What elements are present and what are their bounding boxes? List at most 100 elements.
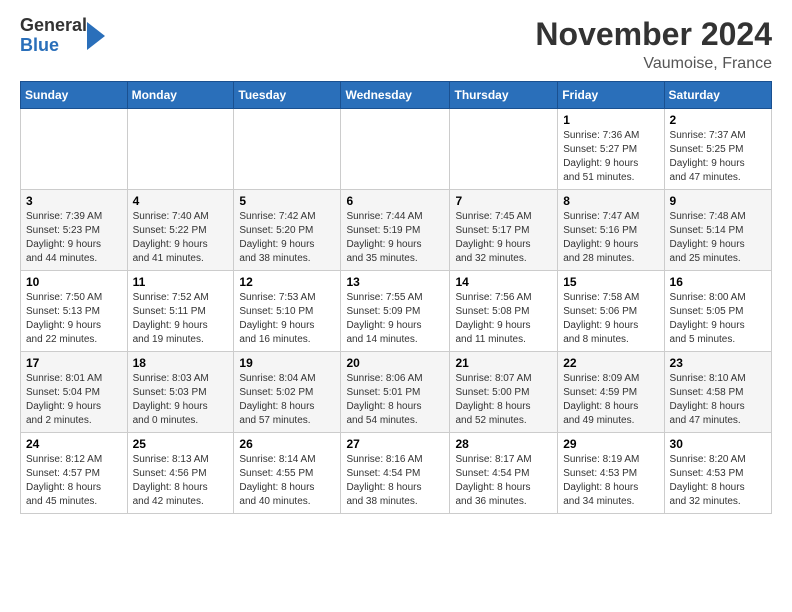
table-row: 19 Sunrise: 8:04 AM Sunset: 5:02 PM Dayli…: [234, 352, 341, 433]
table-row: 22Sunrise: 8:09 AM Sunset: 4:59 PM Dayli…: [558, 352, 664, 433]
table-row: 9 Sunrise: 7:48 AM Sunset: 5:14 PM Daylig…: [664, 190, 771, 271]
table-row: 26 Sunrise: 8:14 AM Sunset: 4:55 PM Dayli…: [234, 433, 341, 514]
table-row: [341, 109, 450, 190]
day-number: 6: [346, 194, 444, 208]
table-row: [21, 109, 128, 190]
header-friday: Friday: [558, 82, 664, 109]
table-row: 14 Sunrise: 7:56 AM Sunset: 5:08 PM Dayli…: [450, 271, 558, 352]
day-number: 19: [239, 356, 335, 370]
day-info: Sunrise: 7:55 AM Sunset: 5:09 PM Dayligh…: [346, 291, 444, 347]
day-info: Sunrise: 8:12 AM Sunset: 4:57 PM Dayligh…: [26, 453, 122, 509]
day-number: 17: [26, 356, 122, 370]
day-info: Sunrise: 8:07 AM Sunset: 5:00 PM Dayligh…: [455, 372, 552, 428]
day-info: Sunrise: 7:40 AM Sunset: 5:22 PM Dayligh…: [133, 210, 229, 266]
day-number: 1: [563, 113, 658, 127]
table-row: 4 Sunrise: 7:40 AM Sunset: 5:22 PM Daylig…: [127, 190, 234, 271]
day-number: 20: [346, 356, 444, 370]
table-row: [127, 109, 234, 190]
logo: GeneralBlue: [20, 16, 105, 56]
day-number: 27: [346, 437, 444, 451]
day-number: 26: [239, 437, 335, 451]
day-number: 14: [455, 275, 552, 289]
table-row: 20 Sunrise: 8:06 AM Sunset: 5:01 PM Dayli…: [341, 352, 450, 433]
table-row: 29Sunrise: 8:19 AM Sunset: 4:53 PM Dayli…: [558, 433, 664, 514]
day-info: Sunrise: 7:47 AM Sunset: 5:16 PM Dayligh…: [563, 210, 658, 266]
day-info: Sunrise: 8:19 AM Sunset: 4:53 PM Dayligh…: [563, 453, 658, 509]
table-row: 1 Sunrise: 7:36 AM Sunset: 5:27 PM Daylig…: [558, 109, 664, 190]
day-info: Sunrise: 7:39 AM Sunset: 5:23 PM Dayligh…: [26, 210, 122, 266]
day-info: Sunrise: 8:01 AM Sunset: 5:04 PM Dayligh…: [26, 372, 122, 428]
day-info: Sunrise: 7:48 AM Sunset: 5:14 PM Dayligh…: [670, 210, 766, 266]
day-number: 8: [563, 194, 658, 208]
day-info: Sunrise: 7:45 AM Sunset: 5:17 PM Dayligh…: [455, 210, 552, 266]
day-number: 30: [670, 437, 766, 451]
table-row: 25 Sunrise: 8:13 AM Sunset: 4:56 PM Dayli…: [127, 433, 234, 514]
table-row: 6Sunrise: 7:44 AM Sunset: 5:19 PM Daylig…: [341, 190, 450, 271]
day-info: Sunrise: 8:04 AM Sunset: 5:02 PM Dayligh…: [239, 372, 335, 428]
day-number: 28: [455, 437, 552, 451]
day-info: Sunrise: 7:37 AM Sunset: 5:25 PM Dayligh…: [670, 129, 766, 185]
calendar-header-row: Sunday Monday Tuesday Wednesday Thursday…: [21, 82, 772, 109]
day-number: 2: [670, 113, 766, 127]
day-number: 10: [26, 275, 122, 289]
day-info: Sunrise: 8:10 AM Sunset: 4:58 PM Dayligh…: [670, 372, 766, 428]
day-info: Sunrise: 8:17 AM Sunset: 4:54 PM Dayligh…: [455, 453, 552, 509]
title-area: November 2024 Vaumoise, France: [535, 16, 772, 73]
table-row: 13 Sunrise: 7:55 AM Sunset: 5:09 PM Dayli…: [341, 271, 450, 352]
day-number: 3: [26, 194, 122, 208]
day-info: Sunrise: 7:52 AM Sunset: 5:11 PM Dayligh…: [133, 291, 229, 347]
table-row: 10Sunrise: 7:50 AM Sunset: 5:13 PM Dayli…: [21, 271, 128, 352]
table-row: 17 Sunrise: 8:01 AM Sunset: 5:04 PM Dayli…: [21, 352, 128, 433]
table-row: 15Sunrise: 7:58 AM Sunset: 5:06 PM Dayli…: [558, 271, 664, 352]
table-row: 24 Sunrise: 8:12 AM Sunset: 4:57 PM Dayli…: [21, 433, 128, 514]
table-row: 23Sunrise: 8:10 AM Sunset: 4:58 PM Dayli…: [664, 352, 771, 433]
day-info: Sunrise: 8:14 AM Sunset: 4:55 PM Dayligh…: [239, 453, 335, 509]
table-row: 30Sunrise: 8:20 AM Sunset: 4:53 PM Dayli…: [664, 433, 771, 514]
day-number: 21: [455, 356, 552, 370]
calendar-week-4: 17 Sunrise: 8:01 AM Sunset: 5:04 PM Dayli…: [21, 352, 772, 433]
day-number: 4: [133, 194, 229, 208]
day-info: Sunrise: 8:06 AM Sunset: 5:01 PM Dayligh…: [346, 372, 444, 428]
day-number: 9: [670, 194, 766, 208]
day-number: 12: [239, 275, 335, 289]
table-row: 18 Sunrise: 8:03 AM Sunset: 5:03 PM Dayli…: [127, 352, 234, 433]
table-row: 12 Sunrise: 7:53 AM Sunset: 5:10 PM Dayli…: [234, 271, 341, 352]
header-sunday: Sunday: [21, 82, 128, 109]
table-row: 11 Sunrise: 7:52 AM Sunset: 5:11 PM Dayli…: [127, 271, 234, 352]
day-number: 15: [563, 275, 658, 289]
table-row: [234, 109, 341, 190]
header-thursday: Thursday: [450, 82, 558, 109]
month-title: November 2024: [535, 16, 772, 53]
day-number: 11: [133, 275, 229, 289]
header-monday: Monday: [127, 82, 234, 109]
header-tuesday: Tuesday: [234, 82, 341, 109]
location: Vaumoise, France: [535, 55, 772, 73]
table-row: 5Sunrise: 7:42 AM Sunset: 5:20 PM Daylig…: [234, 190, 341, 271]
header: GeneralBlue November 2024 Vaumoise, Fran…: [20, 16, 772, 73]
day-info: Sunrise: 8:09 AM Sunset: 4:59 PM Dayligh…: [563, 372, 658, 428]
table-row: 3 Sunrise: 7:39 AM Sunset: 5:23 PM Daylig…: [21, 190, 128, 271]
table-row: 27Sunrise: 8:16 AM Sunset: 4:54 PM Dayli…: [341, 433, 450, 514]
day-info: Sunrise: 7:56 AM Sunset: 5:08 PM Dayligh…: [455, 291, 552, 347]
day-number: 25: [133, 437, 229, 451]
day-info: Sunrise: 8:03 AM Sunset: 5:03 PM Dayligh…: [133, 372, 229, 428]
table-row: 16Sunrise: 8:00 AM Sunset: 5:05 PM Dayli…: [664, 271, 771, 352]
table-row: [450, 109, 558, 190]
day-number: 18: [133, 356, 229, 370]
day-info: Sunrise: 8:13 AM Sunset: 4:56 PM Dayligh…: [133, 453, 229, 509]
calendar-week-1: 1 Sunrise: 7:36 AM Sunset: 5:27 PM Daylig…: [21, 109, 772, 190]
day-info: Sunrise: 7:53 AM Sunset: 5:10 PM Dayligh…: [239, 291, 335, 347]
calendar-week-5: 24 Sunrise: 8:12 AM Sunset: 4:57 PM Dayli…: [21, 433, 772, 514]
day-number: 13: [346, 275, 444, 289]
table-row: 7Sunrise: 7:45 AM Sunset: 5:17 PM Daylig…: [450, 190, 558, 271]
day-number: 5: [239, 194, 335, 208]
table-row: 2 Sunrise: 7:37 AM Sunset: 5:25 PM Daylig…: [664, 109, 771, 190]
table-row: 21 Sunrise: 8:07 AM Sunset: 5:00 PM Dayli…: [450, 352, 558, 433]
calendar-table: Sunday Monday Tuesday Wednesday Thursday…: [20, 81, 772, 514]
table-row: 28 Sunrise: 8:17 AM Sunset: 4:54 PM Dayli…: [450, 433, 558, 514]
header-wednesday: Wednesday: [341, 82, 450, 109]
table-row: 8 Sunrise: 7:47 AM Sunset: 5:16 PM Daylig…: [558, 190, 664, 271]
day-info: Sunrise: 7:36 AM Sunset: 5:27 PM Dayligh…: [563, 129, 658, 185]
page: GeneralBlue November 2024 Vaumoise, Fran…: [0, 0, 792, 524]
day-number: 24: [26, 437, 122, 451]
